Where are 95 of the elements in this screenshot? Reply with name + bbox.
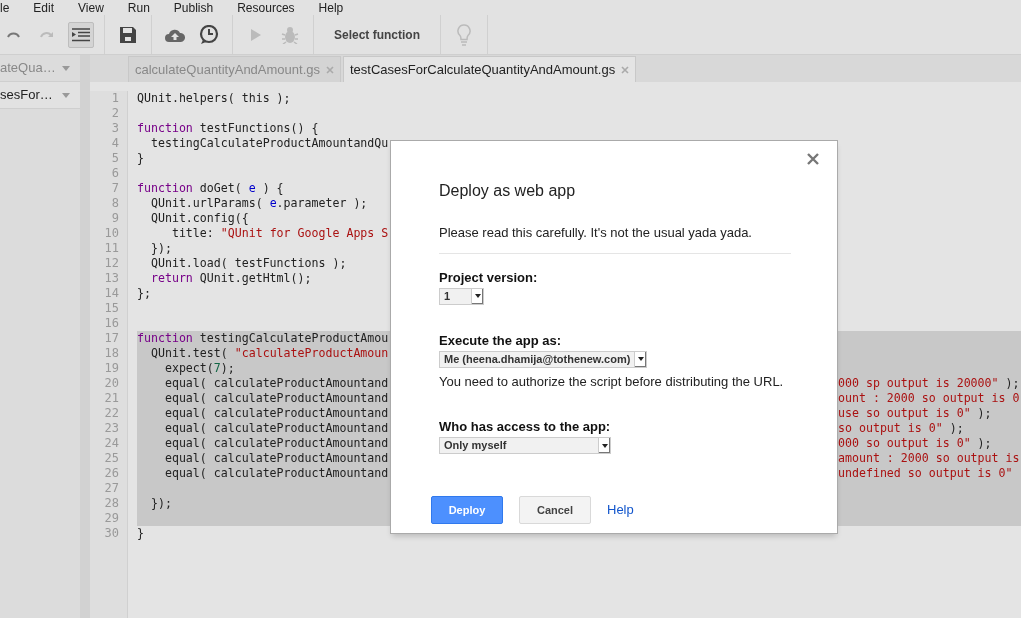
line-number: 20 [103,376,120,391]
function-select[interactable]: Select function [324,25,430,44]
code-text: }; [137,286,152,301]
cancel-button[interactable]: Cancel [519,496,591,524]
menu-item[interactable]: Help [306,0,356,15]
code-text: equal( calculateProductAmountand [137,436,390,451]
code-text: QUnit.urlParams( e.parameter ); [149,196,369,211]
code-text: ount : 2000 so output is 0 [838,391,1021,406]
line-number: 28 [103,496,120,511]
line-number: 3 [110,121,120,136]
code-text: }); [137,496,390,511]
caret-icon [601,443,608,448]
line-number: 15 [103,301,120,316]
line-number: 13 [103,271,120,286]
code-text: equal( calculateProductAmountand [137,406,390,421]
field-label: Who has access to the app: [439,419,612,435]
line-number: 19 [103,361,120,376]
line-number: 16 [103,316,120,331]
file-tab[interactable]: testCasesForCalculateQuantityAndAmount.gs [343,56,637,82]
close-button[interactable] [807,153,819,165]
code-text: equal( calculateProductAmountand [137,451,390,466]
code-text: QUnit.test( "calculateProductAmoun [137,346,390,361]
code-text: } [137,151,145,166]
code-text: expect(7); [137,361,390,376]
line-number: 22 [103,406,120,421]
close-icon[interactable] [621,65,630,74]
menu-item[interactable]: le [0,0,22,15]
line-number: 7 [110,181,120,196]
code-text: return QUnit.getHtml(); [149,271,313,286]
code-text: equal( calculateProductAmountand [137,391,390,406]
code-text: equal( calculateProductAmountand [137,421,390,436]
code-text: }); [149,241,173,256]
select-field[interactable]: Only myself [439,437,611,454]
code-text: amount : 2000 so output is [838,451,1021,466]
line-number: 9 [110,211,120,226]
field-label: Execute the app as: [439,332,563,349]
line-number: 11 [103,241,120,256]
file-name: sesFor… [0,86,53,105]
file-name: ateQua… [0,59,56,78]
menu-item[interactable]: Resources [225,0,307,15]
intro-text: Please read this carefully. It's not the usual yada yada. [439,223,791,254]
code-text: QUnit.config({ [149,211,250,226]
menu-item[interactable]: Publish [161,0,226,15]
line-number: 12 [103,256,120,271]
code-text: so output is 0" ); [838,421,1021,436]
select-field[interactable]: Me (heena.dhamija@tothenew.com) [439,350,647,368]
code-text: equal( calculateProductAmountand [137,466,390,481]
line-number: 25 [103,451,120,466]
line-number: 21 [103,391,120,406]
line-number: 2 [110,106,120,121]
caret-icon [474,294,481,298]
note-text: You need to authorize the script before distributing the URL. [439,372,785,391]
line-number: 10 [103,226,120,241]
line-number: 29 [103,511,120,526]
code-text: function testFunctions() { [137,121,320,136]
line-number: 5 [110,151,120,166]
tab-label: calculateQuantityAndAmount.gs [135,60,320,79]
field-label: Project version: [439,269,539,286]
indent-icon [72,27,90,42]
code-text: undefined so output is 0" [838,466,1021,481]
code-text: 000 sp output is 20000" ); [838,376,1021,391]
caret-icon [62,92,70,98]
code-text: } [137,526,145,541]
line-number: 27 [103,481,120,496]
select-field[interactable]: 1 [439,287,484,305]
line-number: 8 [110,196,120,211]
line-number: 17 [103,331,120,346]
code-text: equal( calculateProductAmountand [137,376,390,391]
line-number: 30 [103,526,120,541]
line-number: 26 [103,466,120,481]
code-text: function doGet( e ) { [137,181,285,196]
code-text: function testingCalculateProductAmou [137,331,390,346]
line-number: 23 [103,421,120,436]
code-text: use so output is 0" ); [838,406,1021,421]
menu-item[interactable]: Edit [21,0,67,15]
file-item[interactable]: sesFor… [0,82,80,109]
code-text: QUnit.helpers( this ); [137,91,292,106]
line-number: 1 [110,91,120,106]
help-link[interactable]: Help [607,500,634,520]
line-number: 24 [103,436,120,451]
tab-label: testCasesForCalculateQuantityAndAmount.gs [350,60,616,79]
indent-button[interactable] [68,21,94,48]
line-number: 18 [103,346,120,361]
line-number: 4 [110,136,120,151]
code-text: 000 so output is 0" ); [838,436,1021,451]
code-text: QUnit.load( testFunctions ); [149,256,348,271]
line-number: 14 [103,286,120,301]
caret-icon [62,65,70,71]
caret-icon [637,357,644,361]
menu-item[interactable]: View [66,0,116,15]
code-text: testingCalculateProductAmountandQu [149,136,390,151]
dialog-title: Deploy as web app [439,181,577,201]
line-number: 6 [110,166,120,181]
menu-item[interactable]: Run [115,0,162,15]
code-text: title: "QUnit for Google Apps S [170,226,390,241]
